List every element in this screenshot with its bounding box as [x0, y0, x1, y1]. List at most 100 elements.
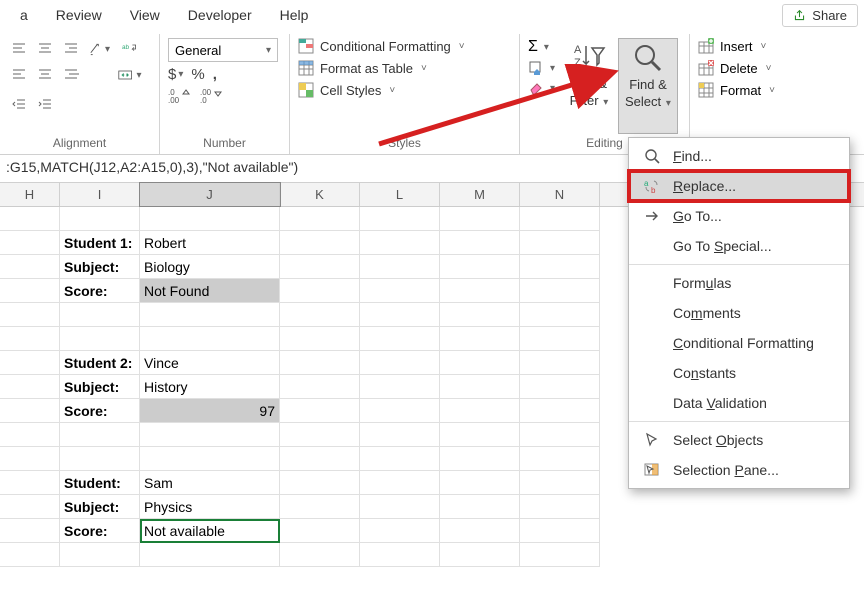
col-header-L[interactable]: L — [360, 183, 440, 206]
format-cells-button[interactable]: Format˅ — [698, 82, 856, 98]
col-header-N[interactable]: N — [520, 183, 600, 206]
search-icon — [643, 147, 661, 165]
menu-formulas[interactable]: Formulas — [629, 268, 849, 298]
decrease-decimal-icon[interactable]: .00.0 — [200, 87, 222, 106]
share-button[interactable]: Share — [782, 4, 858, 27]
table-icon — [298, 60, 314, 76]
currency-icon[interactable]: $▾ — [168, 66, 183, 83]
label-score3[interactable]: Score: — [60, 519, 140, 543]
magnifier-icon — [631, 41, 665, 75]
decrease-indent-icon[interactable] — [8, 94, 30, 116]
pane-icon — [643, 461, 661, 479]
svg-text:A: A — [574, 44, 582, 56]
svg-text:Z: Z — [574, 57, 581, 69]
format-icon — [698, 82, 714, 98]
merge-icon[interactable]: ▾ — [116, 64, 144, 86]
svg-text:.00: .00 — [168, 96, 180, 103]
label-student1[interactable]: Student 1: — [60, 231, 140, 255]
val-subject2[interactable]: History — [140, 375, 280, 399]
menu-review[interactable]: Review — [42, 3, 116, 27]
menu-help[interactable]: Help — [266, 3, 323, 27]
number-label: Number — [168, 134, 281, 152]
cell-styles-button[interactable]: Cell Styles˅ — [298, 82, 511, 98]
conditional-formatting-button[interactable]: Conditional Formatting˅ — [298, 38, 511, 54]
svg-text:.0: .0 — [200, 96, 207, 103]
delete-icon — [698, 60, 714, 76]
menu-selection-pane[interactable]: Selection Pane... — [629, 455, 849, 485]
col-header-M[interactable]: M — [440, 183, 520, 206]
group-cells: Insert˅ Delete˅ Format˅ — [690, 34, 864, 154]
val-subject3[interactable]: Physics — [140, 495, 280, 519]
menu-find[interactable]: Find... — [629, 141, 849, 171]
menu-goto-special[interactable]: Go To Special... — [629, 231, 849, 261]
menu-select-objects[interactable]: Select Objects — [629, 425, 849, 455]
cursor-icon — [643, 431, 661, 449]
wrap-text-icon[interactable]: ab — [116, 38, 144, 60]
format-as-table-button[interactable]: Format as Table˅ — [298, 60, 511, 76]
val-score1[interactable]: Not Found — [140, 279, 280, 303]
align-mid-icon[interactable] — [34, 38, 56, 60]
val-score2[interactable]: 97 — [140, 399, 280, 423]
label-score1[interactable]: Score: — [60, 279, 140, 303]
fill-button[interactable]: ▾ — [528, 60, 560, 76]
increase-decimal-icon[interactable]: .0.00 — [168, 87, 190, 106]
col-header-J[interactable]: J — [140, 183, 280, 206]
label-student3[interactable]: Student: — [60, 471, 140, 495]
svg-text:b: b — [651, 186, 656, 194]
col-header-K[interactable]: K — [280, 183, 360, 206]
val-student2[interactable]: Vince — [140, 351, 280, 375]
val-student3[interactable]: Sam — [140, 471, 280, 495]
alignment-label: Alignment — [8, 134, 151, 152]
eraser-icon — [528, 80, 544, 96]
number-format-select[interactable]: General▾ — [168, 38, 278, 62]
label-subject2[interactable]: Subject: — [60, 375, 140, 399]
group-editing: Σ▾ ▾ ▾ AZ Sort & Filter ▾ Find & Select … — [520, 34, 690, 154]
menu-bar: a Review View Developer Help Share — [0, 0, 864, 30]
find-select-menu: Find... ab Replace... Go To... Go To Spe… — [628, 137, 850, 489]
val-student1[interactable]: Robert — [140, 231, 280, 255]
increase-indent-icon[interactable] — [34, 94, 56, 116]
menu-view[interactable]: View — [116, 3, 174, 27]
group-alignment: ▾ ab ▾ Alignment — [0, 34, 160, 154]
align-right-icon[interactable] — [60, 64, 82, 86]
goto-icon — [643, 207, 661, 225]
find-select-button[interactable]: Find & Select ▾ — [618, 38, 678, 134]
percent-icon[interactable]: % — [191, 66, 204, 83]
menu-data-validation[interactable]: Data Validation — [629, 388, 849, 418]
val-subject1[interactable]: Biology — [140, 255, 280, 279]
orientation-icon[interactable]: ▾ — [88, 38, 110, 60]
menu-cond-fmt[interactable]: Conditional Formatting — [629, 328, 849, 358]
share-icon — [793, 9, 806, 22]
menu-goto[interactable]: Go To... — [629, 201, 849, 231]
insert-cells-button[interactable]: Insert˅ — [698, 38, 856, 54]
col-header-I[interactable]: I — [60, 183, 140, 206]
align-center-icon[interactable] — [34, 64, 56, 86]
autosum-button[interactable]: Σ▾ — [528, 38, 560, 56]
label-score2[interactable]: Score: — [60, 399, 140, 423]
label-subject3[interactable]: Subject: — [60, 495, 140, 519]
sort-filter-button[interactable]: AZ Sort & Filter ▾ — [562, 38, 616, 134]
svg-text:a: a — [644, 179, 649, 188]
menu-comments[interactable]: Comments — [629, 298, 849, 328]
val-score3[interactable]: Not available — [140, 519, 280, 543]
col-header-H[interactable]: H — [0, 183, 60, 206]
menu-item[interactable]: a — [6, 3, 42, 27]
clear-button[interactable]: ▾ — [528, 80, 560, 96]
group-styles: Conditional Formatting˅ Format as Table˅… — [290, 34, 520, 154]
delete-cells-button[interactable]: Delete˅ — [698, 60, 856, 76]
label-subject1[interactable]: Subject: — [60, 255, 140, 279]
cell-styles-icon — [298, 82, 314, 98]
insert-icon — [698, 38, 714, 54]
align-btm-icon[interactable] — [60, 38, 82, 60]
comma-icon[interactable]: , — [213, 66, 217, 83]
menu-separator — [629, 421, 849, 422]
align-top-icon[interactable] — [8, 38, 30, 60]
align-left-icon[interactable] — [8, 64, 30, 86]
styles-label: Styles — [298, 134, 511, 152]
menu-constants[interactable]: Constants — [629, 358, 849, 388]
menu-replace[interactable]: ab Replace... — [629, 171, 849, 201]
label-student2[interactable]: Student 2: — [60, 351, 140, 375]
menu-separator — [629, 264, 849, 265]
menu-developer[interactable]: Developer — [174, 3, 266, 27]
group-number: General▾ $▾ % , .0.00 .00.0 Number — [160, 34, 290, 154]
